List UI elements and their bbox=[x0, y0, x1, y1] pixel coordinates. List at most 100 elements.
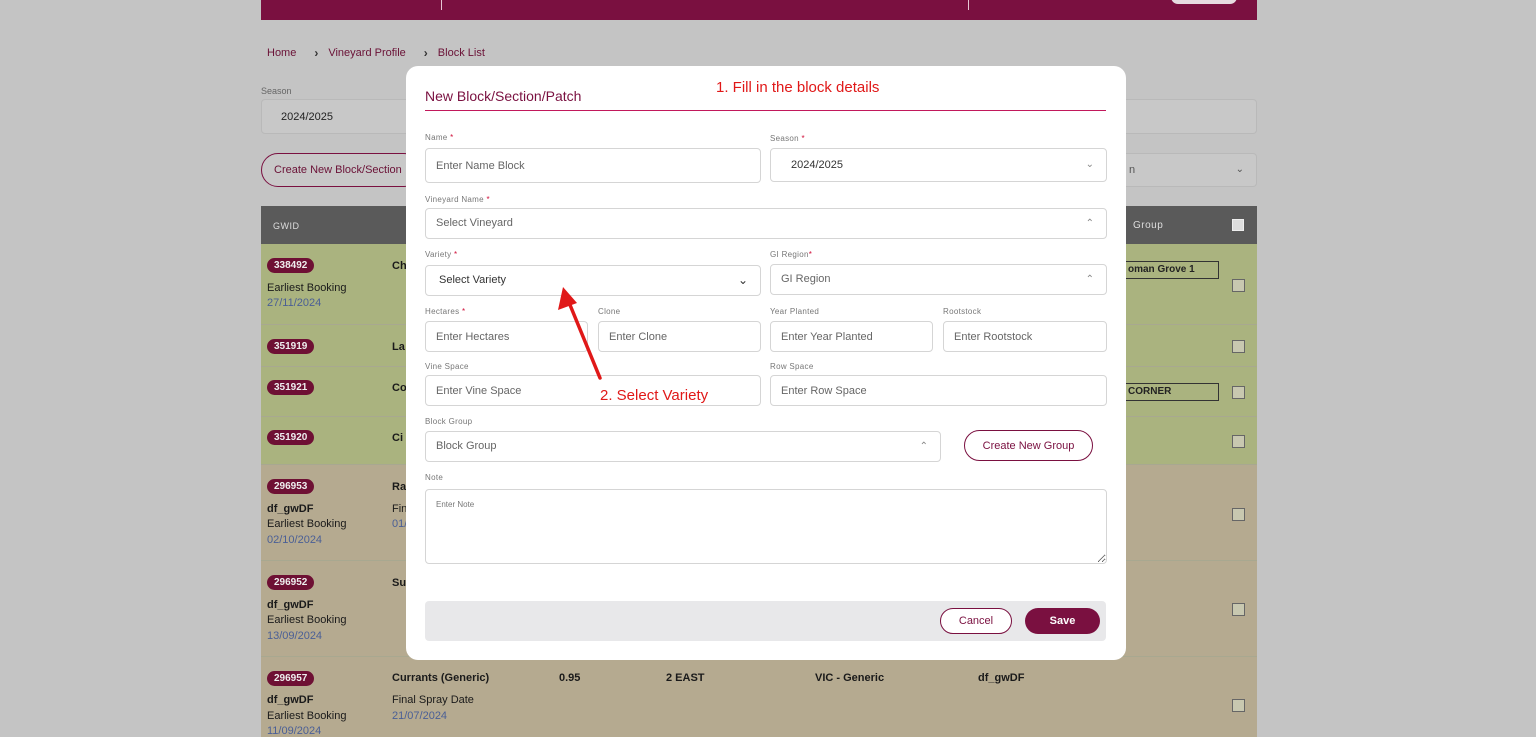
gwid-badge: 296952 bbox=[267, 575, 315, 590]
note-textarea[interactable] bbox=[425, 489, 1107, 564]
hectares-label-text: Hectares bbox=[425, 307, 460, 316]
annotation-select-variety: 2. Select Variety bbox=[600, 387, 709, 404]
row-booking-label: Earliest Booking bbox=[267, 282, 347, 294]
season-label-text: Season bbox=[770, 134, 799, 143]
breadcrumb-vineyard-profile[interactable]: Vineyard Profile bbox=[328, 47, 405, 59]
row-variety: Currants (Generic) bbox=[392, 672, 490, 684]
row-checkbox[interactable] bbox=[1232, 279, 1245, 292]
navbar-user-pill[interactable] bbox=[1171, 0, 1237, 4]
top-navbar bbox=[261, 0, 1257, 20]
row-checkbox[interactable] bbox=[1232, 340, 1245, 353]
row-group-owner: df_gwDF bbox=[978, 672, 1025, 684]
vineyard-select[interactable]: Select Vineyard ⌃ bbox=[425, 208, 1107, 239]
breadcrumb-home[interactable]: Home bbox=[267, 47, 296, 59]
row-variety: Co bbox=[392, 382, 407, 394]
chevron-down-icon: ⌄ bbox=[737, 273, 748, 287]
save-button[interactable]: Save bbox=[1025, 608, 1100, 634]
row-checkbox[interactable] bbox=[1232, 435, 1245, 448]
gi-region-label-text: GI Region bbox=[770, 250, 809, 259]
gwid-badge: 351919 bbox=[267, 339, 315, 354]
row-spray-date: 01/ bbox=[392, 518, 408, 530]
row-region: VIC - Generic bbox=[815, 672, 885, 684]
season-select[interactable]: 2024/2025 ⌄ bbox=[770, 148, 1107, 182]
row-checkbox[interactable] bbox=[1232, 603, 1245, 616]
row-group-tag: CORNER bbox=[1125, 383, 1219, 401]
variety-label-text: Variety bbox=[425, 250, 452, 259]
row-space-label: Row Space bbox=[770, 362, 814, 371]
variety-select[interactable]: Select Variety ⌄ bbox=[425, 265, 761, 296]
vineyard-label: Vineyard Name * bbox=[425, 195, 490, 204]
chevron-right-icon: › bbox=[314, 46, 319, 60]
required-mark: * bbox=[808, 250, 813, 259]
row-booking-label: Earliest Booking bbox=[267, 710, 347, 722]
row-variety: Ra bbox=[392, 481, 407, 493]
create-new-group-button[interactable]: Create New Group bbox=[964, 430, 1093, 461]
row-owner: df_gwDF bbox=[267, 694, 314, 706]
season-label: Season * bbox=[770, 134, 805, 143]
row-owner: df_gwDF bbox=[267, 503, 314, 515]
year-planted-label: Year Planted bbox=[770, 307, 820, 316]
filter-select[interactable]: n ⌄ bbox=[1125, 153, 1257, 187]
rootstock-label: Rootstock bbox=[943, 307, 982, 316]
row-booking-label: Earliest Booking bbox=[267, 614, 347, 626]
rootstock-input[interactable] bbox=[943, 321, 1107, 352]
new-block-modal: New Block/Section/Patch 1. Fill in the b… bbox=[406, 66, 1126, 660]
hectares-input[interactable] bbox=[425, 321, 588, 352]
select-all-checkbox[interactable] bbox=[1232, 219, 1244, 231]
row-checkbox[interactable] bbox=[1232, 386, 1245, 399]
modal-title-divider bbox=[425, 110, 1106, 111]
hectares-label: Hectares * bbox=[425, 307, 465, 316]
gwid-badge: 338492 bbox=[267, 258, 315, 273]
required-mark: * bbox=[453, 250, 458, 259]
season-filter-label: Season bbox=[261, 86, 292, 96]
name-input[interactable] bbox=[425, 148, 761, 183]
row-spray-date: 21/07/2024 bbox=[392, 710, 448, 722]
gi-region-select[interactable]: GI Region ⌃ bbox=[770, 264, 1107, 295]
create-new-block-button[interactable]: Create New Block/Section bbox=[261, 153, 421, 187]
required-mark: * bbox=[461, 307, 466, 316]
breadcrumb: Home › Vineyard Profile › Block List bbox=[267, 46, 485, 60]
table-row[interactable]: 296957 Currants (Generic) 0.95 2 EAST VI… bbox=[261, 657, 1257, 737]
cancel-button[interactable]: Cancel bbox=[940, 608, 1012, 634]
name-label-text: Name bbox=[425, 133, 448, 142]
row-space-input[interactable] bbox=[770, 375, 1107, 406]
row-hectares: 0.95 bbox=[559, 672, 581, 684]
chevron-up-icon: ⌃ bbox=[1085, 218, 1094, 229]
header-group: Group bbox=[1133, 220, 1164, 231]
row-checkbox[interactable] bbox=[1232, 508, 1245, 521]
clone-label: Clone bbox=[598, 307, 621, 316]
note-label: Note bbox=[425, 473, 444, 482]
year-planted-input[interactable] bbox=[770, 321, 933, 352]
season-filter-select[interactable]: 2024/2025 bbox=[261, 99, 411, 134]
row-variety: Su bbox=[392, 577, 407, 589]
gwid-badge: 296953 bbox=[267, 479, 315, 494]
name-label: Name * bbox=[425, 133, 454, 142]
chevron-up-icon: ⌃ bbox=[1085, 274, 1094, 285]
filter-select-value: n bbox=[1129, 164, 1136, 176]
clone-input[interactable] bbox=[598, 321, 761, 352]
gi-region-label: GI Region* bbox=[770, 250, 812, 259]
block-group-select[interactable]: Block Group ⌃ bbox=[425, 431, 941, 462]
block-group-label: Block Group bbox=[425, 417, 473, 426]
vine-space-label: Vine Space bbox=[425, 362, 469, 371]
variety-label: Variety * bbox=[425, 250, 457, 259]
row-variety: Ch bbox=[392, 260, 407, 272]
gwid-badge: 351921 bbox=[267, 380, 315, 395]
row-owner: df_gwDF bbox=[267, 599, 314, 611]
search-input[interactable] bbox=[1125, 99, 1257, 134]
row-checkbox[interactable] bbox=[1232, 699, 1245, 712]
vine-space-input[interactable] bbox=[425, 375, 761, 406]
gwid-badge: 351920 bbox=[267, 430, 315, 445]
vineyard-select-placeholder: Select Vineyard bbox=[436, 217, 513, 229]
modal-title: New Block/Section/Patch bbox=[425, 88, 582, 104]
required-mark: * bbox=[486, 195, 490, 204]
navbar-divider bbox=[968, 0, 969, 10]
row-booking-date: 27/11/2024 bbox=[267, 297, 322, 309]
chevron-right-icon: › bbox=[423, 46, 428, 60]
row-variety: Ci bbox=[392, 432, 403, 444]
breadcrumb-block-list: Block List bbox=[437, 47, 485, 59]
modal-footer: Cancel Save bbox=[425, 601, 1106, 641]
variety-select-placeholder: Select Variety bbox=[439, 274, 507, 286]
required-mark: * bbox=[801, 134, 805, 143]
header-gwid: GWID bbox=[273, 221, 300, 231]
